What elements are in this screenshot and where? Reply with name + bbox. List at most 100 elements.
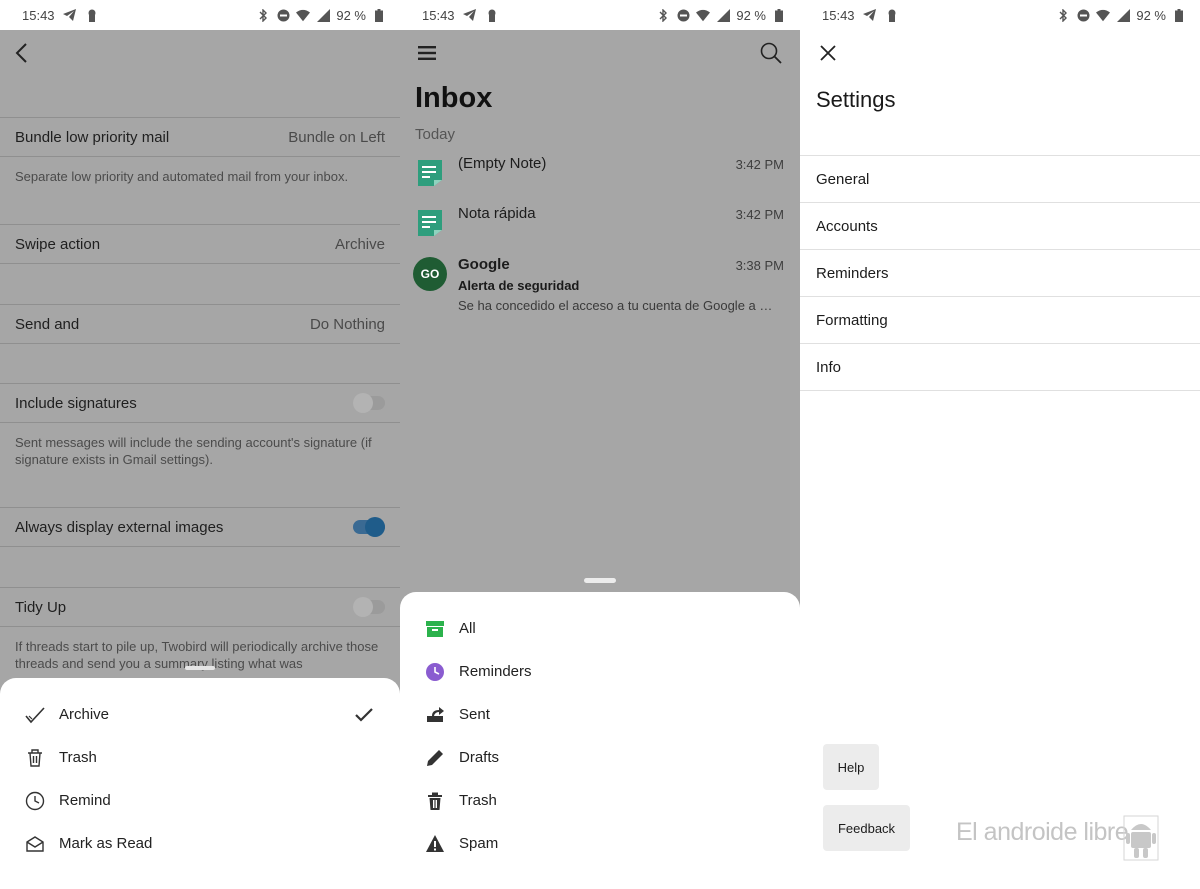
mail-sender: Google — [458, 256, 510, 273]
signatures-toggle[interactable] — [353, 393, 385, 413]
battery-icon — [772, 8, 786, 22]
include-signatures-row: Include signatures — [0, 383, 400, 423]
inbox-panel: 15:43 92 % Inbox Today (Empty Note) 3:42… — [400, 0, 800, 889]
search-icon[interactable] — [760, 42, 782, 64]
folder-all[interactable]: All — [400, 607, 800, 650]
pencil-icon — [424, 747, 446, 769]
signal-icon — [316, 8, 330, 22]
folder-trash[interactable]: Trash — [400, 779, 800, 822]
battery-icon — [1172, 8, 1186, 22]
mail-item[interactable]: (Empty Note) 3:42 PM — [412, 155, 784, 205]
android-robot-icon — [1122, 814, 1160, 864]
send-icon — [424, 704, 446, 726]
tidy-up-toggle[interactable] — [353, 597, 385, 617]
battery-percent: 92 % — [1136, 7, 1166, 23]
swipe-action-row[interactable]: Swipe action Archive — [0, 224, 400, 264]
folder-sent[interactable]: Sent — [400, 693, 800, 736]
folder-spam[interactable]: Spam — [400, 822, 800, 865]
folder-sheet: All Reminders Sent Drafts Trash Spam — [400, 592, 800, 889]
settings-item-accounts[interactable]: Accounts — [800, 203, 1200, 250]
sheet-item-mark-read[interactable]: Mark as Read — [0, 822, 400, 865]
status-bar: 15:43 92 % — [800, 0, 1200, 30]
external-images-row: Always display external images — [0, 507, 400, 547]
settings-item-info[interactable]: Info — [800, 344, 1200, 391]
page-title: Inbox — [415, 82, 493, 114]
wifi-icon — [296, 8, 311, 22]
settings-item-reminders[interactable]: Reminders — [800, 250, 1200, 297]
trash-icon — [24, 747, 46, 769]
clock-icon — [24, 790, 46, 812]
sheet-item-label: Archive — [59, 706, 110, 723]
dnd-icon — [676, 8, 690, 22]
chevron-left-icon[interactable] — [12, 42, 34, 64]
note-icon — [412, 155, 448, 191]
settings-list: General Accounts Reminders Formatting In… — [800, 155, 1200, 391]
row-value: Do Nothing — [309, 315, 385, 333]
mail-time: 3:38 PM — [735, 258, 784, 273]
warning-icon — [424, 833, 446, 855]
page-title: Settings — [816, 87, 896, 112]
swipe-action-sheet: Archive Trash Remind Mark as Read — [0, 666, 400, 889]
sheet-item-label: Remind — [59, 792, 111, 809]
signatures-description: Sent messages will include the sending a… — [15, 435, 372, 467]
section-header: Today — [415, 126, 456, 143]
telegram-icon — [463, 8, 477, 22]
settings-panel: 15:43 92 % Settings General Accounts Rem… — [800, 0, 1200, 889]
folder-label: Trash — [459, 792, 497, 809]
wifi-icon — [696, 8, 711, 22]
row-value: Bundle on Left — [288, 128, 385, 146]
signal-icon — [716, 8, 730, 22]
row-label: Bundle low priority mail — [15, 128, 170, 146]
telegram-icon — [863, 8, 877, 22]
settings-item-formatting[interactable]: Formatting — [800, 297, 1200, 344]
row-label: Include signatures — [15, 394, 137, 412]
row-label: Tidy Up — [15, 598, 67, 616]
send-and-row[interactable]: Send and Do Nothing — [0, 304, 400, 344]
bundle-low-priority-row[interactable]: Bundle low priority mail Bundle on Left — [0, 117, 400, 157]
envelope-open-icon — [24, 833, 46, 855]
wifi-icon — [1096, 8, 1111, 22]
row-label: Always display external images — [15, 518, 224, 536]
folder-label: Sent — [459, 706, 490, 723]
signal-icon — [1116, 8, 1130, 22]
clock-icon — [424, 661, 446, 683]
mail-sender: Nota rápida — [458, 205, 536, 222]
mail-item[interactable]: Nota rápida 3:42 PM — [412, 205, 784, 255]
help-button[interactable]: Help — [823, 744, 879, 790]
settings-item-general[interactable]: General — [800, 156, 1200, 203]
status-bar: 15:43 92 % — [0, 0, 400, 30]
status-time: 15:43 — [422, 7, 455, 23]
avatar: GO — [412, 256, 448, 292]
feedback-button[interactable]: Feedback — [823, 805, 910, 851]
note-icon — [412, 205, 448, 241]
dnd-icon — [1076, 8, 1090, 22]
sheet-item-remind[interactable]: Remind — [0, 779, 400, 822]
folder-drafts[interactable]: Drafts — [400, 736, 800, 779]
check-outline-icon — [24, 704, 46, 726]
bluetooth-icon — [256, 8, 270, 22]
sheet-handle[interactable] — [584, 578, 616, 583]
archive-box-icon — [424, 618, 446, 640]
mail-sender: (Empty Note) — [458, 155, 547, 172]
sheet-handle[interactable] — [185, 666, 215, 670]
settings-behavior-panel: 15:43 92 % Bundle low priority mail Bund… — [0, 0, 400, 889]
sheet-item-archive[interactable]: Archive — [0, 693, 400, 736]
row-label: Send and — [15, 315, 80, 333]
sheet-item-trash[interactable]: Trash — [0, 736, 400, 779]
keyhole-icon — [85, 8, 99, 22]
keyhole-icon — [885, 8, 899, 22]
external-images-toggle[interactable] — [353, 517, 385, 537]
mail-subject: Alerta de seguridad — [458, 278, 580, 293]
keyhole-icon — [485, 8, 499, 22]
folder-label: Spam — [459, 835, 499, 852]
mail-time: 3:42 PM — [735, 157, 784, 172]
telegram-icon — [63, 8, 77, 22]
folder-reminders[interactable]: Reminders — [400, 650, 800, 693]
folder-label: Reminders — [459, 663, 532, 680]
bluetooth-icon — [1056, 8, 1070, 22]
folder-label: Drafts — [459, 749, 500, 766]
menu-icon[interactable] — [418, 46, 436, 60]
close-icon[interactable] — [818, 43, 838, 63]
folder-label: All — [459, 620, 476, 637]
mail-item[interactable]: GO Google 3:38 PM Alerta de seguridad Se… — [412, 256, 784, 318]
